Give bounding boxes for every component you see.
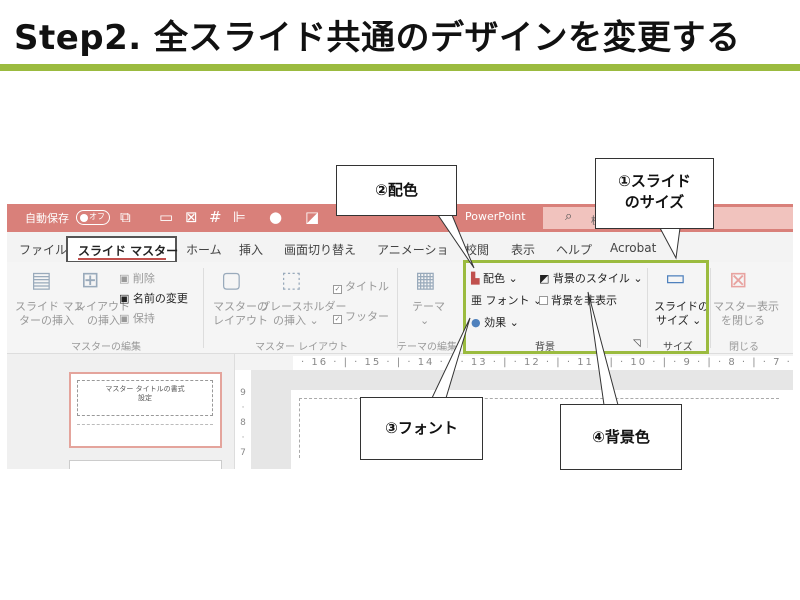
footer-check-label: フッター [345,310,389,323]
slide-icon[interactable]: ▭ [159,208,173,226]
tab-view[interactable]: 表示 [511,241,535,258]
rename-button[interactable]: ▣ 名前の変更 [119,292,188,306]
themes-line2: ⌄ [420,314,430,327]
vruler-mark: · [241,433,245,443]
separator-2 [397,268,398,348]
close-master-icon: ⊠ [729,268,748,293]
delete-box-icon[interactable]: ⊠ [185,208,198,226]
preserve-button[interactable]: ▣ 保持 [119,312,155,326]
close-master-line2: を閉じる [721,314,765,327]
callout-slide-size: ①スライド のサイズ [595,158,714,229]
tab-review[interactable]: 校閲 [465,241,489,258]
layout-icon: ⊞ [81,268,100,293]
vruler-mark: 7 [240,448,246,458]
horizontal-ruler: · 16 · | · 15 · | · 14 · | · 13 · | · 12… [293,356,793,370]
callout-fonts: ③フォント [360,397,483,460]
close-master-line1: マスター表示 [713,300,779,313]
tab-acrobat[interactable]: Acrobat [610,241,656,255]
theme-icon: ▦ [415,268,436,293]
tab-help[interactable]: ヘルプ [556,241,592,258]
grid-icon[interactable]: # [209,208,222,226]
delete-label: 削除 [132,272,155,285]
vruler-mark: 8 [240,418,246,428]
themes-line1: テーマ [412,300,445,313]
slide-canvas[interactable] [251,370,793,469]
tab-animations[interactable]: アニメーショ [377,241,449,258]
preserve-label: 保持 [132,312,155,325]
layout-thumbnail[interactable] [69,460,222,469]
group-master-edit-label: マスターの編集 [71,342,141,353]
app-name: PowerPoint [465,210,526,223]
callout-colors: ②配色 [336,165,457,216]
callout-background-color: ④背景色 [560,404,682,470]
separator-1 [203,268,204,348]
search-icon: ⌕ [565,209,573,224]
thumbnail-panel: マスター タイトルの書式 設定 [7,354,235,469]
vruler-mark: · [241,403,245,413]
thumbnail-title-line1: マスター タイトルの書式 [105,385,185,393]
rename-label: 名前の変更 [132,292,188,305]
callout-slide-size-line1: ①スライド [618,172,691,190]
footer-check-icon: ✓ [333,315,342,324]
tab-insert[interactable]: 挿入 [239,241,263,258]
presenter-icon[interactable]: ◪ [305,208,319,226]
autosave-toggle[interactable]: オフ [76,210,110,225]
tab-slide-master[interactable]: スライド マスター [66,236,179,263]
shapes-icon[interactable]: ⧉ [120,208,131,226]
design-group-highlight [463,260,709,354]
vertical-ruler: 9 · 8 · 7 [235,370,251,469]
footer-checkbox[interactable]: ✓ フッター [333,310,389,324]
themes-button[interactable]: テーマ ⌄ [412,300,445,328]
color-icon[interactable]: ● [269,208,282,226]
thumbnail-title-placeholder: マスター タイトルの書式 設定 [77,380,213,416]
thumbnail-title-line2: 設定 [138,394,152,402]
tab-transitions[interactable]: 画面切り替え [284,241,356,258]
thumbnail-footer [77,424,213,434]
master-layout-icon: ▢ [221,268,242,293]
master-thumbnail[interactable]: マスター タイトルの書式 設定 [69,372,222,448]
slide-title: Step2. 全スライド共通のデザインを変更する [14,18,741,58]
separator-4 [710,268,711,348]
tab-slide-master-label: スライド マスター [78,244,179,258]
close-master-button[interactable]: マスター表示 を閉じる [713,300,779,328]
tab-active-underline [78,258,166,260]
tab-home[interactable]: ホーム [186,241,222,258]
tab-file[interactable]: ファイル [19,241,67,258]
delete-button[interactable]: ▣ 削除 [119,272,155,286]
group-themes-label: テーマの編集 [397,342,457,353]
ribbon-tabs: ファイル スライド マスター ホーム 挿入 画面切り替え アニメーショ 校閲 表… [7,232,793,263]
placeholder-icon: ⬚ [281,268,302,293]
callout-slide-size-line2: のサイズ [624,193,685,211]
group-close-label: 閉じる [729,342,759,353]
title-check-label: タイトル [345,280,389,293]
autosave-label: 自動保存 [25,212,69,225]
title-checkbox[interactable]: ✓ タイトル [333,280,389,294]
align-icon[interactable]: ⊫ [233,208,246,226]
group-master-layout-label: マスター レイアウト [255,342,349,353]
vruler-mark: 9 [240,388,246,398]
slide-master-icon: ▤ [31,268,52,293]
title-rule [0,64,800,71]
title-check-icon: ✓ [333,285,342,294]
